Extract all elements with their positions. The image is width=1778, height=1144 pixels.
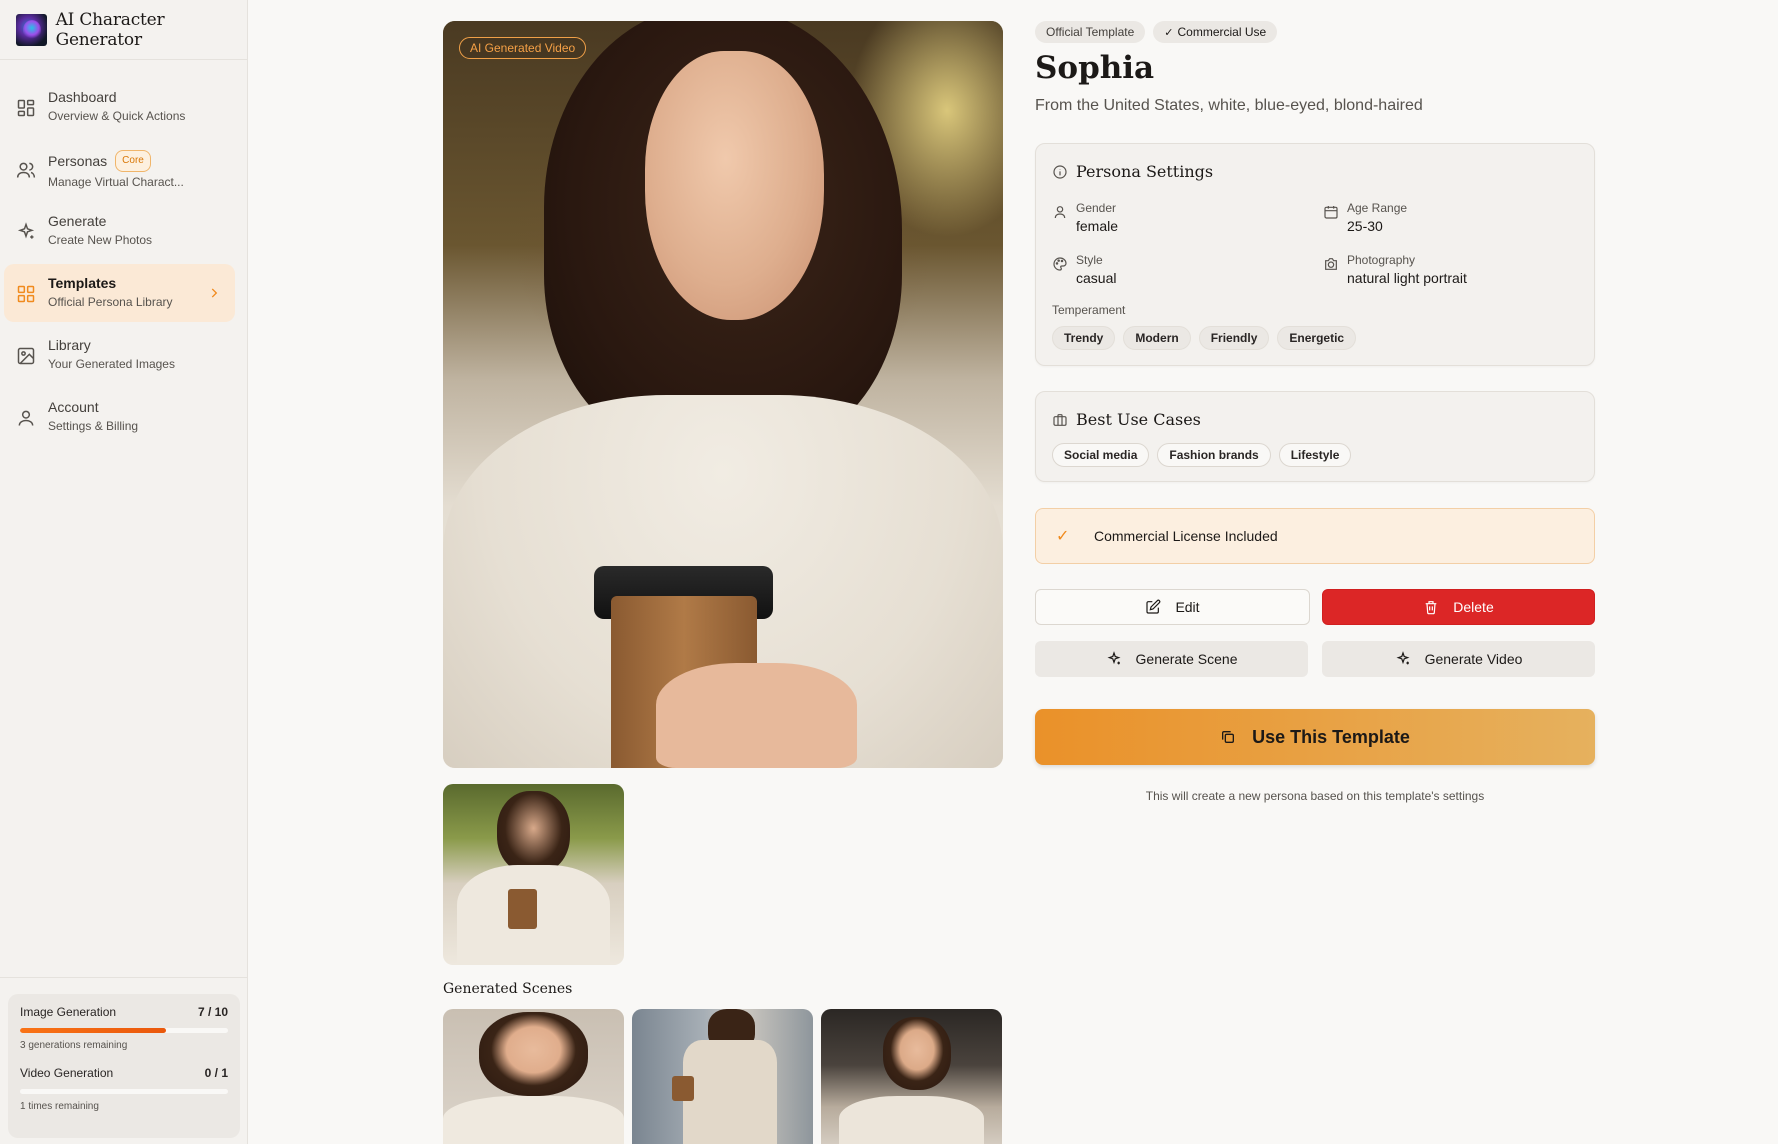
- style-value: casual: [1076, 270, 1117, 286]
- commercial-use-tag: ✓ Commercial Use: [1153, 21, 1278, 43]
- camera-icon: [1325, 258, 1337, 270]
- app-logo: [16, 13, 47, 46]
- sidebar-item-sub: Settings & Billing: [48, 419, 139, 433]
- user-icon: [18, 410, 34, 426]
- sidebar-item-sub: Create New Photos: [48, 233, 153, 247]
- template-grid-icon: [17, 285, 35, 303]
- persona-description: From the United States, white, blue-eyed…: [1035, 97, 1423, 114]
- sidebar-item-account[interactable]: Account Settings & Billing: [4, 388, 235, 446]
- video-generation-label: Video Generation: [20, 1066, 114, 1080]
- image-generation-progress-fill: [20, 1028, 166, 1033]
- use-case-chips: Social media Fashion brands Lifestyle: [1052, 443, 1352, 467]
- temperament-label-field: Temperament: [1052, 303, 1125, 317]
- users-icon: [16, 162, 36, 178]
- style-field: Style casual: [1052, 253, 1116, 286]
- image-icon: [17, 347, 35, 365]
- sidebar-item-library[interactable]: Library Your Generated Images: [4, 326, 235, 384]
- calendar-icon: [1324, 206, 1338, 219]
- generated-scenes-title: Generated Scenes: [443, 981, 573, 997]
- sidebar-item-sub: Manage Virtual Charact...: [48, 175, 184, 189]
- trash-icon: [1425, 601, 1437, 615]
- persona-settings-title: Persona Settings: [1076, 162, 1214, 181]
- sidebar-item-label: Library: [48, 337, 91, 353]
- ai-generated-video-badge: AI Generated Video: [459, 37, 587, 59]
- grid-icon: [17, 99, 35, 117]
- user-icon: [1054, 206, 1066, 219]
- video-generation-count: 0 / 1: [204, 1066, 228, 1080]
- temperament-label: Temperament: [1052, 303, 1126, 317]
- usage-section: Image Generation 7 / 10 3 generations re…: [0, 977, 248, 1144]
- official-template-tag: Official Template: [1035, 21, 1146, 43]
- briefcase-icon: [1053, 414, 1067, 426]
- edit-icon: [1146, 599, 1161, 614]
- info-icon: [1053, 165, 1067, 179]
- image-generation-label: Image Generation: [20, 1005, 117, 1019]
- sparkle-icon: [17, 222, 35, 239]
- image-generation-progress: [20, 1028, 228, 1033]
- delete-button[interactable]: Delete: [1322, 589, 1595, 625]
- sidebar-item-sub: Your Generated Images: [48, 357, 175, 371]
- use-case-chip: Fashion brands: [1157, 443, 1271, 467]
- usage-card: Image Generation 7 / 10 3 generations re…: [8, 994, 240, 1138]
- image-generation-count: 7 / 10: [197, 1005, 228, 1019]
- persona-tags: Official Template ✓ Commercial Use: [1035, 21, 1278, 43]
- gender-field: Gender female: [1052, 201, 1118, 234]
- persona-main-image[interactable]: AI Generated Video: [443, 21, 1003, 768]
- use-template-hint: This will create a new persona based on …: [1145, 789, 1485, 803]
- sidebar-item-personas[interactable]: Personas Core Manage Virtual Charact...: [4, 140, 235, 198]
- sidebar-item-label: Dashboard: [48, 89, 117, 105]
- best-use-cases-card: Best Use Cases Social media Fashion bran…: [1035, 391, 1595, 482]
- scene-thumbnail[interactable]: [443, 1009, 624, 1144]
- gender-value: female: [1076, 218, 1119, 234]
- chevron-right-icon: [211, 288, 218, 298]
- persona-thumbnail[interactable]: [443, 784, 624, 965]
- use-this-template-button[interactable]: Use This Template: [1035, 709, 1595, 765]
- sidebar-item-label: Personas: [48, 153, 108, 169]
- sparkle-icon: [1396, 651, 1410, 665]
- edit-button[interactable]: Edit: [1035, 589, 1310, 625]
- age-range-value: 25-30: [1347, 218, 1383, 234]
- use-case-chip: Social media: [1052, 443, 1150, 467]
- photography-value: natural light portrait: [1347, 270, 1467, 286]
- palette-icon: [1053, 257, 1067, 271]
- scene-thumbnail[interactable]: [821, 1009, 1002, 1144]
- best-use-cases-title: Best Use Cases: [1076, 410, 1201, 429]
- sidebar-item-templates[interactable]: Templates Official Persona Library: [4, 264, 235, 322]
- sidebar-item-label: Generate: [48, 213, 107, 229]
- generate-scene-button[interactable]: Generate Scene: [1035, 641, 1308, 677]
- check-icon: ✓: [1164, 27, 1174, 39]
- sidebar-item-dashboard[interactable]: Dashboard Overview & Quick Actions: [4, 78, 235, 136]
- sidebar-item-label: Account: [48, 399, 99, 415]
- sidebar-item-sub: Overview & Quick Actions: [48, 109, 186, 123]
- persona-settings-card: Persona Settings Gender female Age Range…: [1035, 143, 1595, 366]
- sidebar-item-generate[interactable]: Generate Create New Photos: [4, 202, 235, 260]
- use-case-chip: Lifestyle: [1278, 443, 1352, 467]
- core-badge: Core: [115, 150, 151, 172]
- temperament-chip: Modern: [1123, 326, 1191, 350]
- commercial-license-banner: ✓ Commercial License Included: [1035, 508, 1595, 564]
- age-range-field: Age Range 25-30: [1323, 201, 1407, 234]
- sidebar-nav: Dashboard Overview & Quick Actions Perso…: [0, 60, 247, 446]
- brand[interactable]: AI Character Generator: [0, 0, 247, 60]
- persona-name: Sophia: [1035, 50, 1155, 86]
- video-generation-progress: [20, 1089, 228, 1094]
- image-generation-note: 3 generations remaining: [20, 1040, 128, 1051]
- temperament-chip: Energetic: [1277, 326, 1357, 350]
- sparkle-icon: [1107, 651, 1121, 665]
- license-text: Commercial License Included: [1094, 528, 1278, 544]
- video-generation-note: 1 times remaining: [20, 1101, 99, 1112]
- check-icon: ✓: [1056, 528, 1070, 545]
- app-title: AI Character Generator: [55, 9, 165, 50]
- temperament-chip: Trendy: [1052, 326, 1116, 350]
- sidebar: AI Character Generator Dashboard Overvie…: [0, 0, 248, 1144]
- copy-icon: [1222, 731, 1235, 743]
- scene-thumbnail[interactable]: [632, 1009, 813, 1144]
- generate-video-button[interactable]: Generate Video: [1322, 641, 1595, 677]
- temperament-chip: Friendly: [1198, 326, 1270, 350]
- temperament-chips: Trendy Modern Friendly Energetic: [1052, 326, 1357, 350]
- photography-field: Photography natural light portrait: [1323, 253, 1467, 286]
